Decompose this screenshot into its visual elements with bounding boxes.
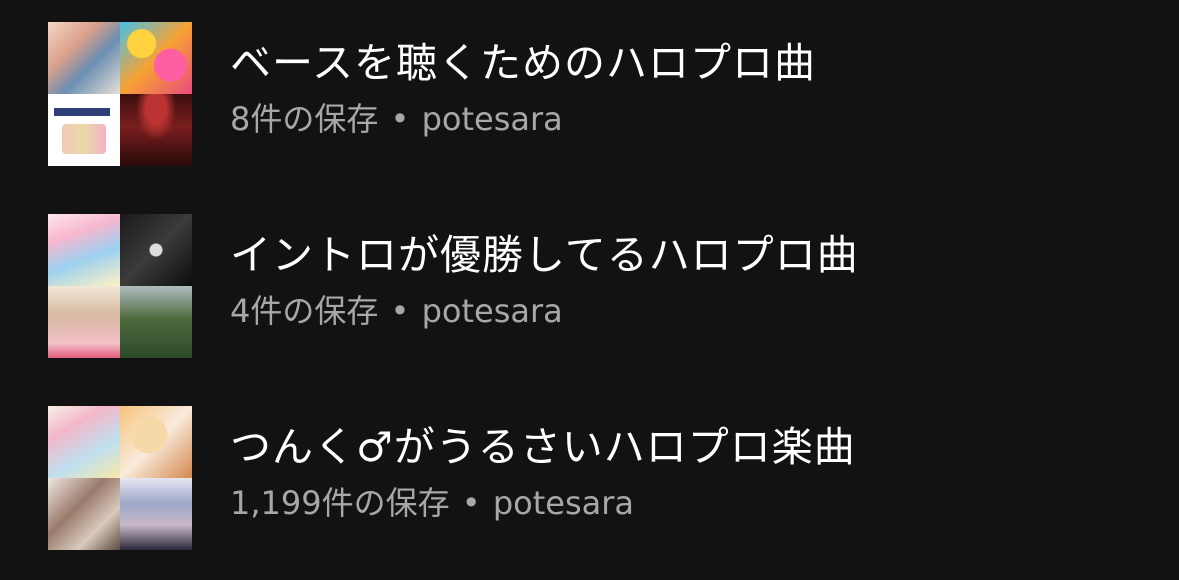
owner-name: potesara	[421, 100, 563, 138]
playlist-cover	[48, 406, 192, 550]
cover-art-tile	[48, 94, 120, 166]
save-count: 8件の保存	[230, 100, 379, 138]
playlist-title: つんく♂がうるさいハロプロ楽曲	[230, 423, 856, 471]
meta-separator: •	[390, 100, 410, 138]
playlist-cover	[48, 22, 192, 166]
cover-art-tile	[48, 214, 120, 286]
playlist-meta: 1,199件の保存 • potesara	[230, 481, 634, 525]
save-count: 1,199件の保存	[230, 484, 450, 522]
cover-art-tile	[48, 478, 120, 550]
cover-art-tile	[48, 406, 120, 478]
cover-art-tile	[120, 214, 192, 286]
cover-art-tile	[120, 286, 192, 358]
playlist-cover	[48, 214, 192, 358]
cover-art-tile	[120, 94, 192, 166]
playlist-meta: 4件の保存 • potesara	[230, 289, 563, 333]
cover-art-tile	[120, 478, 192, 550]
playlist-title: イントロが優勝してるハロプロ曲	[230, 231, 859, 279]
owner-name: potesara	[492, 484, 635, 522]
owner-name: potesara	[421, 292, 563, 330]
playlist-title: ベースを聴くためのハロプロ曲	[230, 39, 816, 87]
playlist-row[interactable]: イントロが優勝してるハロプロ曲 4件の保存 • potesara	[48, 214, 1148, 358]
playlist-row[interactable]: つんく♂がうるさいハロプロ楽曲 1,199件の保存 • potesara	[48, 406, 1148, 550]
cover-art-tile	[48, 22, 120, 94]
meta-separator: •	[461, 484, 481, 522]
cover-art-tile	[48, 286, 120, 358]
playlist-meta: 8件の保存 • potesara	[230, 97, 563, 141]
save-count: 4件の保存	[230, 292, 379, 330]
meta-separator: •	[390, 292, 410, 330]
cover-art-tile	[120, 406, 192, 478]
playlist-row[interactable]: ベースを聴くためのハロプロ曲 8件の保存 • potesara	[48, 22, 1148, 166]
cover-art-tile	[120, 22, 192, 94]
